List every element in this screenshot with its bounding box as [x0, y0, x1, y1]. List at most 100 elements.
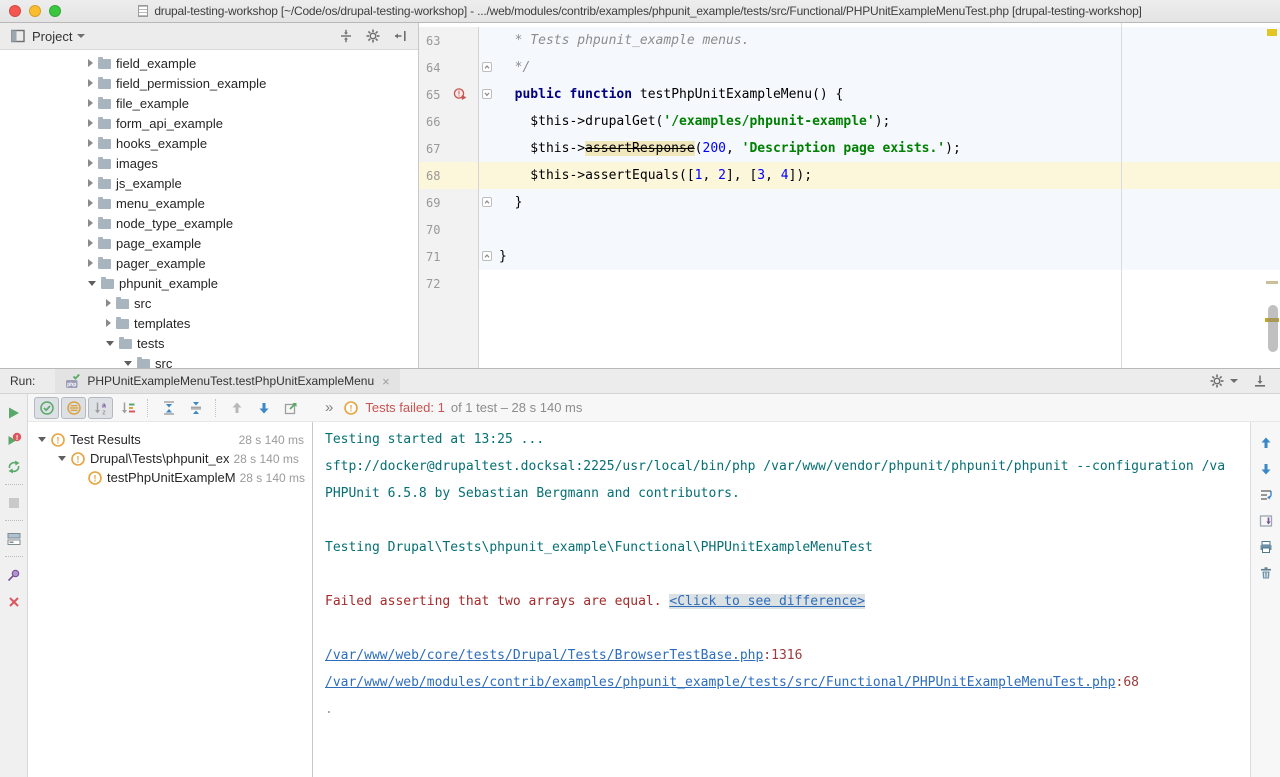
minimize-window-button[interactable]: [29, 5, 41, 17]
soft-wrap-button[interactable]: [1254, 482, 1278, 508]
restore-layout-button[interactable]: [2, 525, 26, 552]
toggle-auto-test-button[interactable]: [2, 453, 26, 480]
zoom-window-button[interactable]: [49, 5, 61, 17]
close-button[interactable]: [2, 588, 26, 615]
collapse-arrow-icon[interactable]: [124, 361, 132, 366]
expand-arrow-icon[interactable]: [88, 259, 93, 267]
console-link[interactable]: /var/www/web/core/tests/Drupal/Tests/Bro…: [325, 648, 763, 663]
run-configuration-tab[interactable]: php PHPUnitExampleMenuTest.testPhpUnitEx…: [55, 369, 399, 393]
collapse-arrow-icon[interactable]: [38, 437, 46, 442]
show-passed-button[interactable]: [34, 397, 59, 419]
editor-scrollbar-thumb[interactable]: [1268, 305, 1278, 352]
project-tree-item[interactable]: file_example: [0, 93, 418, 113]
expand-arrow-icon[interactable]: [106, 299, 111, 307]
expand-arrow-icon[interactable]: [88, 99, 93, 107]
expand-arrow-icon[interactable]: [106, 319, 111, 327]
project-tree-item[interactable]: pager_example: [0, 253, 418, 273]
stop-button[interactable]: [2, 489, 26, 516]
toolbar-separator: [5, 484, 23, 485]
run-main: az » ! Tests failed: 1 of 1 test – 28 s …: [28, 394, 1280, 777]
project-tree-item[interactable]: src: [0, 353, 418, 368]
import-test-results-button[interactable]: [278, 397, 303, 419]
fold-end-icon[interactable]: [482, 194, 492, 212]
fold-column: [479, 27, 495, 54]
chevron-down-icon[interactable]: [77, 34, 85, 38]
close-window-button[interactable]: [9, 5, 21, 17]
line-number: 72: [426, 277, 452, 291]
test-result-row[interactable]: !Test Results28 s 140 ms: [28, 430, 312, 449]
expand-arrow-icon[interactable]: [88, 79, 93, 87]
editor-gutter: 72: [419, 270, 479, 297]
expand-arrow-icon[interactable]: [88, 159, 93, 167]
project-tree-item[interactable]: phpunit_example: [0, 273, 418, 293]
expand-arrow-icon[interactable]: [88, 239, 93, 247]
project-tree-item[interactable]: field_permission_example: [0, 73, 418, 93]
code-editor[interactable]: 63 * Tests phpunit_example menus.64 */65…: [419, 23, 1280, 368]
rerun-button[interactable]: [2, 399, 26, 426]
project-tree-item[interactable]: form_api_example: [0, 113, 418, 133]
console-text: Testing Drupal\Tests\phpunit_example\Fun…: [325, 540, 873, 555]
fold-start-icon[interactable]: [482, 86, 492, 104]
test-console-output[interactable]: Testing started at 13:25 ...sftp://docke…: [313, 422, 1250, 777]
project-tree-item[interactable]: src: [0, 293, 418, 313]
scroll-down-icon: [1258, 461, 1274, 477]
expand-arrow-icon[interactable]: [88, 119, 93, 127]
close-tab-icon[interactable]: ×: [382, 375, 390, 388]
expand-arrow-icon[interactable]: [88, 179, 93, 187]
settings-icon[interactable]: [365, 28, 381, 44]
expand-all-button[interactable]: [156, 397, 181, 419]
collapse-arrow-icon[interactable]: [58, 456, 66, 461]
tree-item-label: src: [134, 296, 151, 311]
collapse-arrow-icon[interactable]: [88, 281, 96, 286]
clear-all-button[interactable]: [1254, 560, 1278, 586]
scroll-from-source-icon[interactable]: [338, 28, 354, 44]
project-tree-item[interactable]: images: [0, 153, 418, 173]
error-stripe-mark[interactable]: [1266, 281, 1278, 284]
test-result-row[interactable]: !testPhpUnitExampleM28 s 140 ms: [28, 468, 312, 487]
print-button[interactable]: [1254, 534, 1278, 560]
expand-arrow-icon[interactable]: [88, 219, 93, 227]
project-tree-item[interactable]: hooks_example: [0, 133, 418, 153]
open-results-button[interactable]: [1254, 508, 1278, 534]
rerun-failed-test-icon[interactable]: !: [453, 87, 468, 102]
project-tree-item[interactable]: page_example: [0, 233, 418, 253]
error-stripe-warning-mark[interactable]: [1267, 29, 1277, 36]
project-tree-item[interactable]: node_type_example: [0, 213, 418, 233]
expand-arrow-icon[interactable]: [88, 59, 93, 67]
more-actions-icon[interactable]: »: [325, 399, 333, 416]
scroll-down-button[interactable]: [1254, 456, 1278, 482]
svg-text:a: a: [102, 402, 106, 409]
sort-by-duration-button[interactable]: [115, 397, 140, 419]
project-tree-item[interactable]: js_example: [0, 173, 418, 193]
fold-end-icon[interactable]: [482, 248, 492, 266]
hide-panel-down-button[interactable]: [1252, 373, 1268, 389]
console-link[interactable]: /var/www/web/modules/contrib/examples/ph…: [325, 675, 1116, 690]
scroll-up-button[interactable]: [1254, 430, 1278, 456]
hide-panel-left-icon[interactable]: [392, 28, 408, 44]
rerun-failed-button[interactable]: !: [2, 426, 26, 453]
expand-arrow-icon[interactable]: [88, 199, 93, 207]
next-failed-test-button[interactable]: [251, 397, 276, 419]
project-panel-title[interactable]: Project: [32, 29, 72, 44]
run-left-toolbar: !: [0, 394, 28, 777]
previous-failed-test-button[interactable]: [224, 397, 249, 419]
fold-column: [479, 297, 495, 368]
collapse-arrow-icon[interactable]: [106, 341, 114, 346]
test-result-row[interactable]: !Drupal\Tests\phpunit_ex28 s 140 ms: [28, 449, 312, 468]
console-link[interactable]: <Click to see difference>: [669, 594, 865, 609]
fold-end-icon[interactable]: [482, 59, 492, 77]
project-tree-item[interactable]: tests: [0, 333, 418, 353]
project-tree-item[interactable]: menu_example: [0, 193, 418, 213]
project-tree-item[interactable]: field_example: [0, 53, 418, 73]
code-token: * Tests phpunit_example menus.: [499, 33, 749, 48]
pin-tab-button[interactable]: [2, 561, 26, 588]
settings-button[interactable]: [1209, 373, 1238, 389]
expand-arrow-icon[interactable]: [88, 139, 93, 147]
console-line: [325, 507, 1250, 534]
project-tree-item[interactable]: templates: [0, 313, 418, 333]
collapse-all-button[interactable]: [183, 397, 208, 419]
show-ignored-button[interactable]: [61, 397, 86, 419]
code-text: $this->assertEquals([1, 2], [3, 4]);: [495, 162, 1280, 189]
sort-alphabetically-button[interactable]: az: [88, 397, 113, 419]
test-duration: 28 s 140 ms: [239, 433, 312, 447]
